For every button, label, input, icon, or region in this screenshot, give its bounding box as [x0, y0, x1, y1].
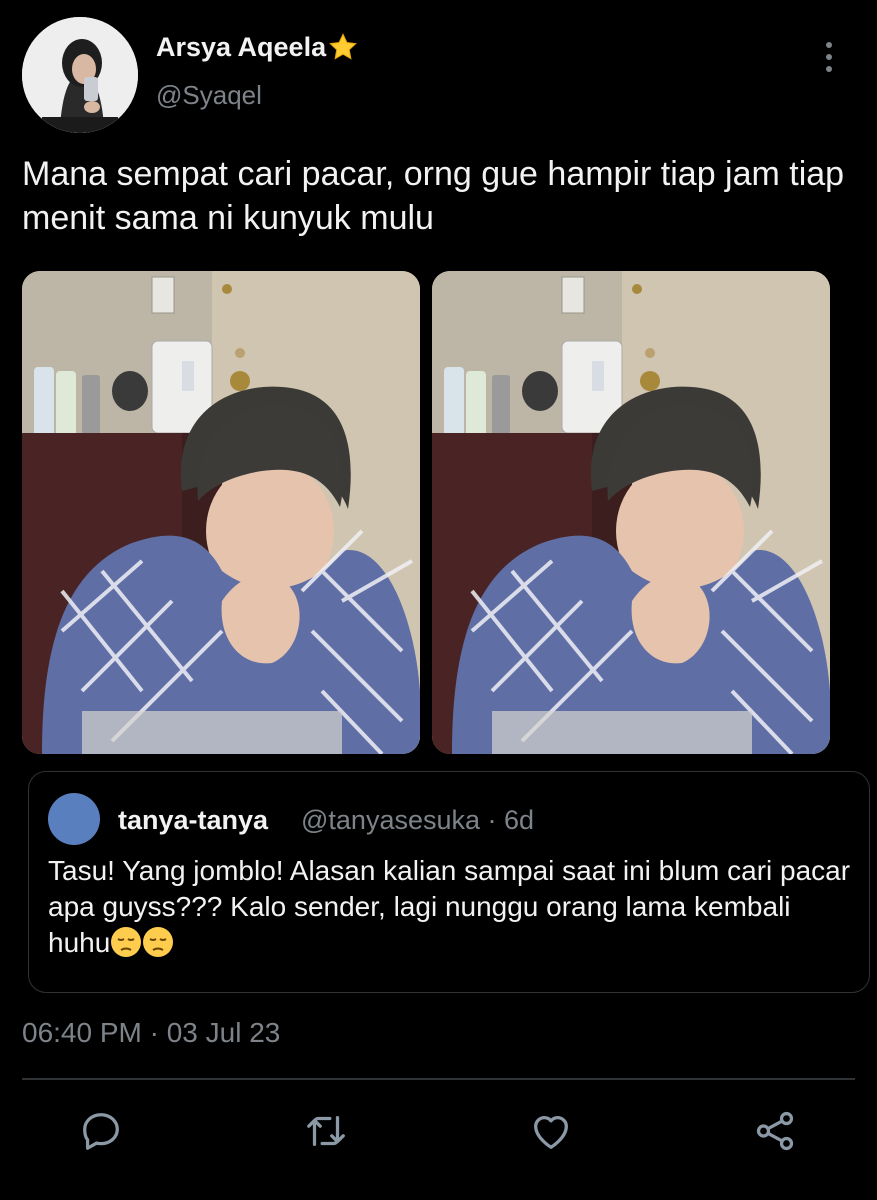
display-name[interactable]: Arsya Aqeela — [156, 32, 358, 63]
media-photo-2[interactable] — [432, 271, 830, 754]
avatar[interactable] — [22, 17, 138, 133]
like-icon[interactable] — [528, 1108, 574, 1154]
avatar-photo — [22, 17, 138, 133]
tweet-timestamp[interactable]: 06:40 PM · 03 Jul 23 — [22, 1017, 280, 1049]
quoted-author-name: tanya-tanya — [118, 805, 269, 835]
photo-illustration — [22, 271, 420, 754]
reply-icon[interactable] — [78, 1108, 124, 1154]
quoted-author-meta: @tanyasesuka · 6d — [301, 805, 535, 835]
media-photo-1[interactable] — [22, 271, 420, 754]
quoted-tweet-text: Tasu! Yang jomblo! Alasan kalian sampai … — [48, 853, 858, 961]
more-options-icon[interactable] — [820, 40, 838, 74]
retweet-icon[interactable] — [303, 1108, 349, 1154]
share-icon[interactable] — [752, 1108, 798, 1154]
star-emoji-icon — [328, 32, 358, 62]
photo-illustration — [432, 271, 830, 754]
user-handle[interactable]: @Syaqel — [156, 80, 262, 111]
divider — [22, 1078, 855, 1080]
display-name-text: Arsya Aqeela — [156, 32, 327, 62]
pensive-face-icon — [110, 926, 142, 958]
quoted-avatar — [48, 793, 100, 845]
tweet-text: Mana sempat cari pacar, orng gue hampir … — [22, 155, 845, 237]
pensive-face-icon — [142, 926, 174, 958]
